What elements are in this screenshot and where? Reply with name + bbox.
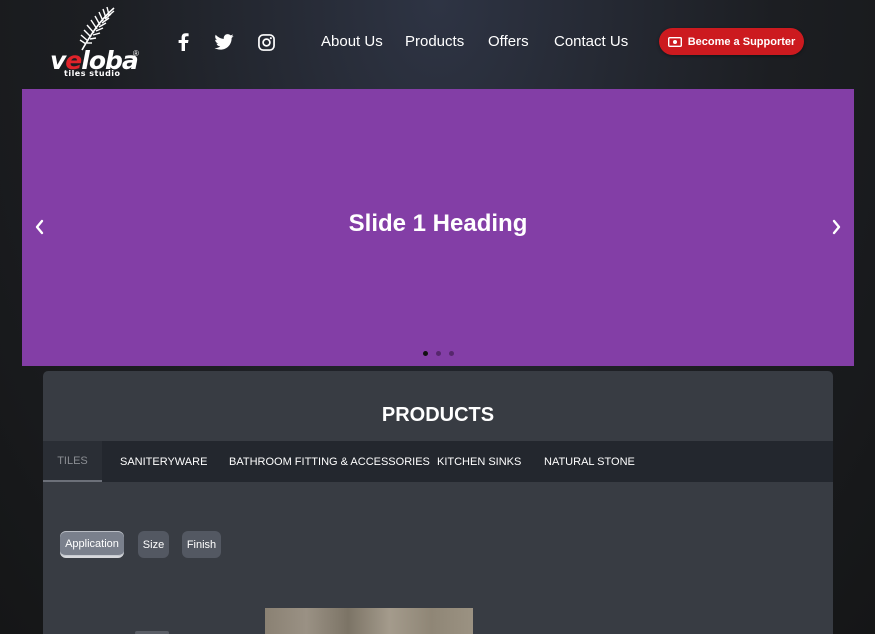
filter-size-button[interactable]: Size: [138, 531, 169, 558]
brand-name-prefix: v: [50, 46, 66, 75]
products-tab-bar: TILES SANITERYWARE BATHROOM FITTING & AC…: [43, 441, 833, 482]
slider-pagination: [22, 351, 854, 356]
nav-offers[interactable]: Offers: [488, 33, 529, 51]
brand-logo[interactable]: veloba ® tiles studio: [48, 6, 144, 80]
slider-dot[interactable]: [422, 351, 428, 356]
filter-application-button[interactable]: Application: [60, 531, 124, 558]
instagram-icon[interactable]: [255, 31, 277, 53]
become-supporter-button[interactable]: Become a Supporter: [659, 28, 804, 55]
slider-dot[interactable]: [448, 351, 454, 356]
slider-dot[interactable]: [435, 351, 441, 356]
twitter-icon[interactable]: [213, 31, 235, 53]
nav-about-us[interactable]: About Us: [321, 33, 383, 51]
products-section: PRODUCTS TILES SANITERYWARE BATHROOM FIT…: [43, 371, 833, 634]
chevron-right-icon: [832, 219, 841, 235]
products-title: PRODUCTS: [381, 404, 495, 426]
money-bill-icon: [667, 36, 682, 47]
filter-finish-button[interactable]: Finish: [182, 531, 221, 558]
brand-tagline: tiles studio: [64, 69, 121, 78]
hero-slider: Slide 1 Heading: [22, 89, 854, 366]
site-header: veloba ® tiles studio About Us Products …: [0, 0, 875, 89]
slider-next-button[interactable]: [828, 217, 846, 237]
facebook-icon[interactable]: [172, 31, 194, 53]
tab-bathroom-fitting[interactable]: BATHROOM FITTING & ACCESSORIES: [229, 441, 430, 482]
product-thumbnail-image[interactable]: [265, 608, 473, 634]
tab-natural-stone[interactable]: NATURAL STONE: [544, 441, 635, 482]
tab-tiles[interactable]: TILES: [43, 441, 102, 482]
nav-contact-us[interactable]: Contact Us: [554, 33, 628, 51]
tab-kitchen-sinks[interactable]: KITCHEN SINKS: [437, 441, 521, 482]
nav-products[interactable]: Products: [405, 33, 464, 51]
tab-saniteryware[interactable]: SANITERYWARE: [120, 441, 207, 482]
slide-heading: Slide 1 Heading: [348, 210, 528, 237]
registered-mark: ®: [133, 49, 139, 58]
supporter-label: Become a Supporter: [687, 35, 796, 48]
